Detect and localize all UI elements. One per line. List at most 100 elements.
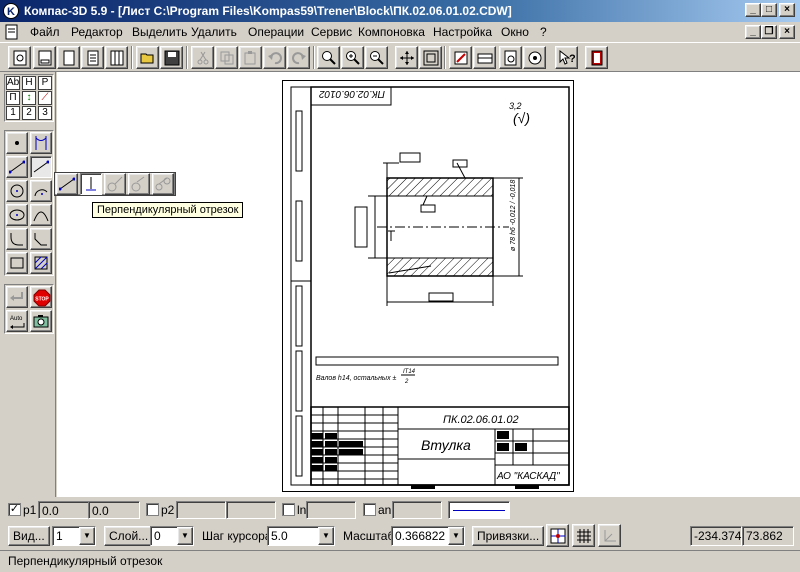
maximize-button[interactable]: □ [761, 3, 777, 17]
new-text-doc-button[interactable] [81, 46, 104, 69]
zoom-window-button[interactable] [317, 46, 340, 69]
p1-checkbox[interactable]: ✓ [8, 503, 21, 516]
aux-line-button[interactable] [30, 132, 52, 154]
snaps-button[interactable]: Привязки... [472, 526, 545, 546]
menu-operations[interactable]: Операции [248, 25, 304, 39]
fillet-button[interactable] [6, 228, 28, 250]
pan-button[interactable] [395, 46, 418, 69]
tab-3[interactable]: 3 [38, 106, 52, 120]
segment-active-button[interactable] [30, 156, 52, 178]
angle-field[interactable] [392, 501, 442, 519]
save-button[interactable] [160, 46, 183, 69]
tab-measure[interactable]: ↕ [22, 91, 36, 105]
menu-service[interactable]: Сервис [311, 25, 352, 39]
drawing-sheet[interactable]: ПК.02.06.0102 3,2 (√) ø 78 h6 -0,012 / -… [282, 80, 574, 492]
p1-y-field[interactable]: 0.0 [88, 501, 140, 519]
cut-button[interactable] [191, 46, 214, 69]
zoom-in-button[interactable] [341, 46, 364, 69]
p2-y-field[interactable] [226, 501, 276, 519]
open-button[interactable] [136, 46, 159, 69]
tab-text[interactable]: Ab [6, 76, 20, 90]
menu-select[interactable]: Выделить [132, 25, 187, 39]
tab-params[interactable]: П [6, 91, 20, 105]
view-button[interactable]: Вид... [8, 526, 50, 546]
chevron-down-icon[interactable]: ▼ [177, 527, 193, 545]
chevron-down-icon[interactable]: ▼ [79, 527, 95, 545]
chamfer-button[interactable] [30, 228, 52, 250]
menu-file[interactable]: Файл [30, 25, 60, 39]
drawing-workspace[interactable]: ПК.02.06.0102 3,2 (√) ø 78 h6 -0,012 / -… [57, 72, 800, 497]
p2-checkbox[interactable] [146, 503, 159, 516]
document-icon[interactable] [4, 24, 20, 40]
scale-value: 0.366822 [395, 529, 446, 543]
copy-icon [220, 51, 234, 65]
segment-two-points-button[interactable] [56, 173, 78, 195]
enter-button[interactable] [6, 286, 28, 308]
snapshot-button[interactable] [30, 310, 52, 332]
new-drawing-button[interactable] [33, 46, 56, 69]
show-all-button[interactable] [419, 46, 442, 69]
tab-dimensions[interactable]: H [22, 76, 36, 90]
tab-2[interactable]: 2 [22, 106, 36, 120]
menu-settings[interactable]: Настройка [433, 25, 492, 39]
point-button[interactable] [6, 132, 28, 154]
copy-button[interactable] [215, 46, 238, 69]
context-help-button[interactable]: ? [555, 46, 578, 69]
auto-create-button[interactable]: Auto [6, 310, 28, 332]
view-combo[interactable]: 1 ▼ [52, 526, 96, 546]
arc-button[interactable] [30, 180, 52, 202]
chevron-down-icon[interactable]: ▼ [318, 527, 334, 545]
p1-x-field[interactable]: 0.0 [38, 501, 90, 519]
mdi-restore-button[interactable]: ❐ [761, 25, 777, 39]
layer-button[interactable]: Слой... [104, 526, 154, 546]
mdi-close-button[interactable]: × [779, 25, 795, 39]
new-fragment-button[interactable] [57, 46, 80, 69]
kompas-app-icon[interactable]: K [3, 3, 19, 19]
hatch-button[interactable] [30, 252, 52, 274]
perpendicular-segment-button[interactable] [80, 173, 102, 195]
menu-delete[interactable]: Удалить [191, 25, 237, 39]
tangent-two-curves-button[interactable] [152, 173, 174, 195]
chevron-down-icon[interactable]: ▼ [448, 527, 464, 545]
properties-button[interactable] [449, 46, 472, 69]
menu-editor[interactable]: Редактор [71, 25, 123, 39]
snap-toggle-button[interactable] [546, 524, 569, 547]
circle-button[interactable] [6, 180, 28, 202]
length-field[interactable] [306, 501, 356, 519]
parallel-segment-button[interactable] [128, 173, 150, 195]
menu-help[interactable]: ? [540, 25, 547, 39]
redo-button[interactable] [287, 46, 310, 69]
menu-window[interactable]: Окно [501, 25, 529, 39]
new-spec-button[interactable] [105, 46, 128, 69]
an-checkbox[interactable] [363, 503, 376, 516]
minimize-button[interactable]: _ [745, 3, 761, 17]
tangent-segment-button[interactable] [104, 173, 126, 195]
scale-combo[interactable]: 0.366822 ▼ [391, 526, 465, 546]
zoom-out-button[interactable] [365, 46, 388, 69]
spline-button[interactable] [30, 204, 52, 226]
stop-button[interactable]: STOP [30, 286, 52, 308]
menu-layout[interactable]: Компоновка [358, 25, 425, 39]
new-model-button[interactable] [8, 46, 31, 69]
ln-checkbox[interactable] [282, 503, 295, 516]
tab-1[interactable]: 1 [6, 106, 20, 120]
close-button[interactable]: × [779, 3, 795, 17]
line-style-field[interactable] [448, 501, 510, 519]
p2-x-field[interactable] [176, 501, 226, 519]
ellipse-button[interactable] [6, 204, 28, 226]
segment-button[interactable] [6, 156, 28, 178]
grid-toggle-button[interactable] [572, 524, 595, 547]
tab-edit[interactable]: P [38, 76, 52, 90]
library-button[interactable] [523, 46, 546, 69]
layer-combo[interactable]: 0 ▼ [150, 526, 194, 546]
exit-button[interactable] [585, 46, 608, 69]
rectangle-button[interactable] [6, 252, 28, 274]
undo-button[interactable] [263, 46, 286, 69]
mdi-minimize-button[interactable]: _ [745, 25, 761, 39]
print-preview-button[interactable] [499, 46, 522, 69]
local-cs-button[interactable] [598, 524, 621, 547]
view-manager-button[interactable] [473, 46, 496, 69]
tab-select[interactable]: ⟋ [38, 91, 52, 105]
paste-button[interactable] [239, 46, 262, 69]
cursor-step-combo[interactable]: 5.0 ▼ [267, 526, 335, 546]
